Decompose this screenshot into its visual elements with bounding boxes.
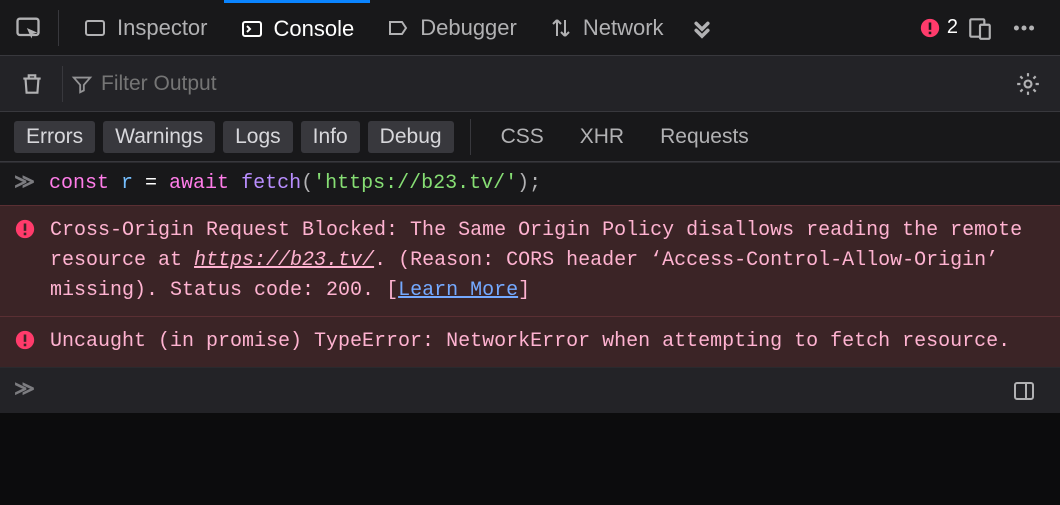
console-settings-button[interactable] [1006, 62, 1050, 106]
tabbar-left: Inspector Console Debugger Network [6, 0, 724, 55]
tab-debugger-label: Debugger [420, 15, 517, 41]
error-count-badge[interactable]: 2 [919, 16, 958, 39]
devtools-tabbar: Inspector Console Debugger Network 2 [0, 0, 1060, 56]
console-input-row: ≫ const r = await fetch('https://b23.tv/… [0, 162, 1060, 205]
learn-more-link[interactable]: Learn More [398, 279, 518, 302]
console-prompt-row[interactable]: ≫ [0, 367, 1060, 413]
error-count: 2 [947, 16, 958, 39]
filter-icon [71, 73, 93, 95]
console-filter-bar [0, 56, 1060, 112]
picker-button[interactable] [6, 6, 50, 50]
tab-inspector-label: Inspector [117, 15, 208, 41]
console-error-row: Uncaught (in promise) TypeError: Network… [0, 316, 1060, 367]
error-url-link[interactable]: https://b23.tv/ [194, 249, 374, 272]
tab-console[interactable]: Console [224, 0, 371, 55]
separator [470, 119, 471, 155]
console-input-code: const r = await fetch('https://b23.tv/')… [49, 171, 541, 197]
tab-inspector[interactable]: Inspector [67, 0, 224, 55]
filter-info[interactable]: Info [301, 121, 360, 153]
console-category-bar: Errors Warnings Logs Info Debug CSS XHR … [0, 112, 1060, 162]
filter-warnings[interactable]: Warnings [103, 121, 215, 153]
separator [62, 66, 63, 102]
filter-input[interactable] [93, 66, 1006, 102]
filter-requests[interactable]: Requests [646, 121, 763, 153]
tab-network[interactable]: Network [533, 0, 680, 55]
responsive-mode-button[interactable] [958, 6, 1002, 50]
filter-debug[interactable]: Debug [368, 121, 454, 153]
tab-debugger[interactable]: Debugger [370, 0, 533, 55]
tabbar-right: 2 [919, 0, 1054, 55]
tab-network-label: Network [583, 15, 664, 41]
console-error-row: Cross-Origin Request Blocked: The Same O… [0, 205, 1060, 316]
sidebar-toggle-button[interactable] [1002, 369, 1046, 413]
error-message: Uncaught (in promise) TypeError: Network… [50, 327, 1046, 357]
error-message: Cross-Origin Request Blocked: The Same O… [50, 216, 1046, 306]
filter-logs[interactable]: Logs [223, 121, 293, 153]
tab-console-label: Console [274, 16, 355, 42]
error-icon [14, 218, 36, 240]
separator [58, 10, 59, 46]
prompt-chevrons-icon: ≫ [14, 378, 35, 404]
clear-console-button[interactable] [10, 62, 54, 106]
filter-errors[interactable]: Errors [14, 121, 95, 153]
filter-xhr[interactable]: XHR [566, 121, 638, 153]
input-chevrons-icon: ≫ [14, 171, 35, 197]
error-icon [14, 329, 36, 351]
kebab-menu-button[interactable] [1002, 6, 1046, 50]
error-icon [919, 17, 941, 39]
filter-css[interactable]: CSS [487, 121, 558, 153]
tabs-overflow-button[interactable] [680, 6, 724, 50]
